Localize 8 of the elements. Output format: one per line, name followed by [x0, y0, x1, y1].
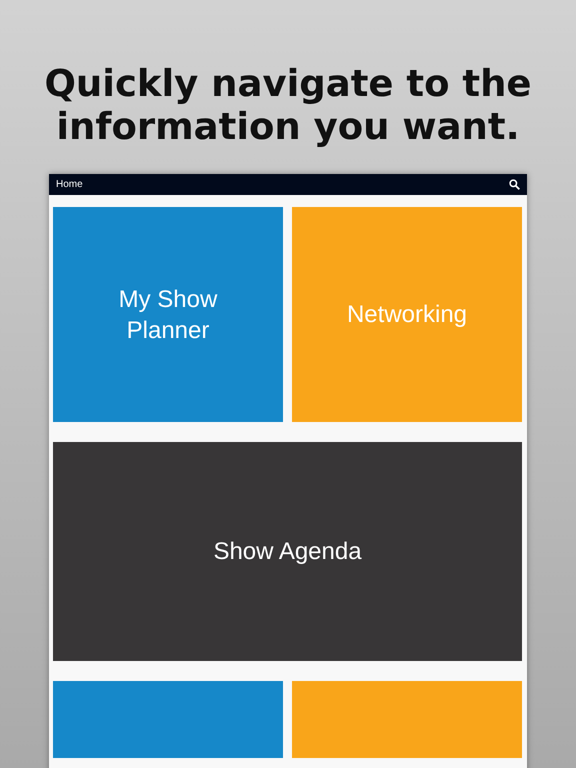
menu-tile[interactable]: [53, 681, 283, 758]
headline: Quickly navigate to the information you want.: [43, 62, 533, 148]
menu-tile[interactable]: [292, 681, 522, 758]
screen-title: Home: [56, 178, 83, 192]
menu-tile[interactable]: Networking: [292, 207, 522, 422]
menu-tile[interactable]: My Show Planner: [53, 207, 283, 422]
menu-tile[interactable]: Show Agenda: [53, 442, 522, 661]
search-icon[interactable]: [509, 179, 520, 190]
